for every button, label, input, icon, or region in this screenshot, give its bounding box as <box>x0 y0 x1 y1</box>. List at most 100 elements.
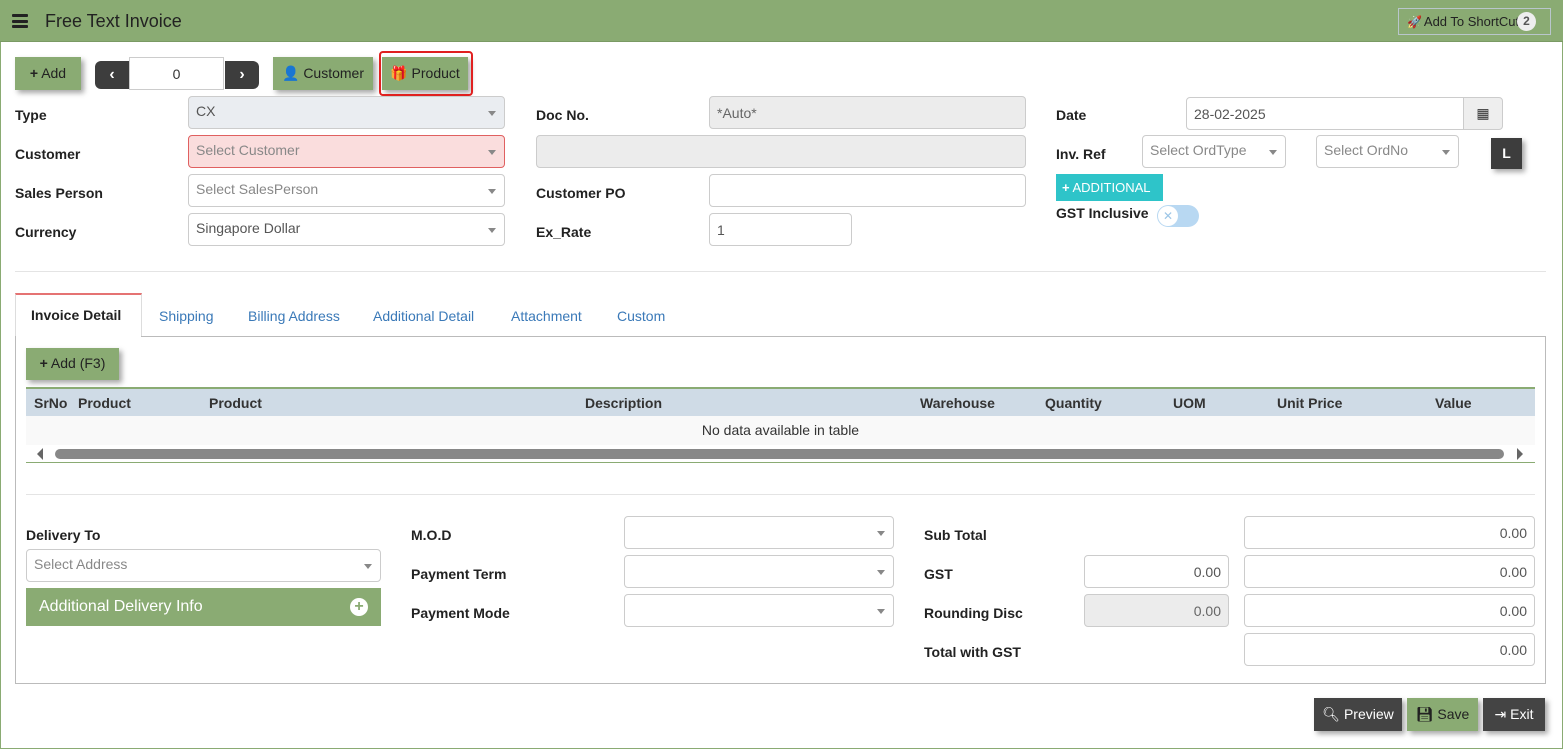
column-header-warehouse[interactable]: Warehouse <box>920 395 995 411</box>
additional-button[interactable]: + ADDITIONAL <box>1056 174 1163 201</box>
exit-button[interactable]: ⇥ Exit <box>1483 698 1545 731</box>
customer-name-input <box>536 135 1026 168</box>
empty-table-message: No data available in table <box>26 416 1535 445</box>
caret-down-icon <box>877 570 885 575</box>
chevron-left-icon: ‹ <box>109 66 115 83</box>
scroll-right-icon[interactable] <box>1517 448 1523 460</box>
address-placeholder: Select Address <box>34 556 128 572</box>
sign-out-icon: ⇥ <box>1494 706 1507 722</box>
inv-ref-label: Inv. Ref <box>1056 146 1106 162</box>
tab-billing-address[interactable]: Billing Address <box>248 308 340 324</box>
type-value: CX <box>196 103 216 119</box>
tab-invoice-detail[interactable]: Invoice Detail <box>15 293 142 337</box>
save-icon: 💾︎ <box>1415 706 1434 722</box>
currency-value: Singapore Dollar <box>196 220 301 236</box>
ord-type-select[interactable]: Select OrdType <box>1142 135 1286 168</box>
column-header-srno[interactable]: SrNo <box>34 395 67 411</box>
total-with-gst-input: 0.00 <box>1244 633 1535 666</box>
gst-rate-input[interactable]: 0.00 <box>1084 555 1229 588</box>
calendar-icon: ▦ <box>1476 105 1490 121</box>
divider <box>26 494 1535 495</box>
menu-icon[interactable] <box>12 14 28 28</box>
ord-no-placeholder: Select OrdNo <box>1324 142 1409 158</box>
payment-term-label: Payment Term <box>411 566 507 582</box>
date-input[interactable]: 28-02-2025 <box>1186 97 1464 130</box>
customer-po-input[interactable] <box>709 174 1026 207</box>
plus-icon: + <box>39 355 48 371</box>
tab-additional-detail[interactable]: Additional Detail <box>373 308 474 324</box>
column-header-unit-price[interactable]: Unit Price <box>1277 395 1342 411</box>
caret-down-icon <box>1442 150 1450 155</box>
mod-label: M.O.D <box>411 527 452 543</box>
add-to-shortcut-button[interactable]: 🚀 Add To ShortCut 2 <box>1398 8 1551 35</box>
record-number-input[interactable]: 0 <box>129 57 224 90</box>
column-header-product[interactable]: Product <box>209 395 262 411</box>
next-record-button[interactable]: › <box>225 61 259 89</box>
column-header-value[interactable]: Value <box>1435 395 1472 411</box>
additional-delivery-label: Additional Delivery Info <box>39 598 203 615</box>
plus-icon: + <box>1062 180 1070 195</box>
search-icon: 🔍︎ <box>1322 706 1341 722</box>
add-line-label: Add (F3) <box>50 355 106 371</box>
title-bar: Free Text Invoice 🚀 Add To ShortCut 2 <box>0 0 1563 42</box>
previous-record-button[interactable]: ‹ <box>95 61 129 89</box>
mod-select[interactable] <box>624 516 894 549</box>
ex-rate-label: Ex_Rate <box>536 224 592 240</box>
divider <box>15 271 1546 272</box>
caret-down-icon <box>488 150 496 155</box>
add-label: Add <box>41 65 67 81</box>
customer-button[interactable]: 👤 Customer <box>273 57 373 90</box>
sales-person-placeholder: Select SalesPerson <box>196 181 319 197</box>
currency-select[interactable]: Singapore Dollar <box>188 213 505 246</box>
tab-custom[interactable]: Custom <box>617 308 665 324</box>
payment-term-select[interactable] <box>624 555 894 588</box>
caret-down-icon <box>488 228 496 233</box>
payment-mode-select[interactable] <box>624 594 894 627</box>
scrollbar-thumb[interactable] <box>55 449 1504 459</box>
tab-attachment[interactable]: Attachment <box>511 308 582 324</box>
tab-shipping[interactable]: Shipping <box>159 308 214 324</box>
sales-person-select[interactable]: Select SalesPerson <box>188 174 505 207</box>
add-button[interactable]: + Add <box>15 57 81 90</box>
user-icon: 👤 <box>281 65 300 81</box>
column-header-description[interactable]: Description <box>585 395 662 411</box>
scroll-left-icon[interactable] <box>37 448 43 460</box>
ord-type-placeholder: Select OrdType <box>1150 142 1247 158</box>
plus-circle-icon[interactable]: + <box>350 598 368 616</box>
calendar-button[interactable]: ▦ <box>1463 97 1503 130</box>
column-header-quantity[interactable]: Quantity <box>1045 395 1102 411</box>
page-title: Free Text Invoice <box>45 11 182 31</box>
column-header-product-code[interactable]: Product <box>78 395 131 411</box>
gst-label: GST <box>924 566 953 582</box>
address-select[interactable]: Select Address <box>26 549 381 582</box>
customer-button-label: Customer <box>303 65 364 81</box>
shortcut-label: Add To ShortCut <box>1423 14 1520 29</box>
type-label: Type <box>15 107 47 123</box>
l-button[interactable]: L <box>1491 138 1522 169</box>
ord-no-select[interactable]: Select OrdNo <box>1316 135 1459 168</box>
additional-label: ADDITIONAL <box>1072 180 1151 195</box>
sub-total-input: 0.00 <box>1244 516 1535 549</box>
sub-total-label: Sub Total <box>924 527 987 543</box>
customer-select[interactable]: Select Customer <box>188 135 505 168</box>
preview-button[interactable]: 🔍︎ Preview <box>1314 698 1402 731</box>
caret-down-icon <box>877 531 885 536</box>
product-highlight <box>379 51 473 96</box>
gst-inclusive-toggle[interactable]: ✕ <box>1157 205 1199 227</box>
customer-placeholder: Select Customer <box>196 142 300 158</box>
ex-rate-input[interactable]: 1 <box>709 213 852 246</box>
add-line-button[interactable]: + Add (F3) <box>26 348 119 380</box>
type-select[interactable]: CX <box>188 96 505 129</box>
rounding-amount-input[interactable]: 0.00 <box>1244 594 1535 627</box>
column-header-uom[interactable]: UOM <box>1173 395 1206 411</box>
currency-label: Currency <box>15 224 77 240</box>
table-header: SrNo Product Product Description Warehou… <box>26 387 1535 417</box>
date-label: Date <box>1056 107 1087 123</box>
caret-down-icon <box>877 609 885 614</box>
additional-delivery-info-panel[interactable]: Additional Delivery Info + <box>26 588 381 626</box>
save-button[interactable]: 💾︎ Save <box>1407 698 1478 731</box>
payment-mode-label: Payment Mode <box>411 605 510 621</box>
caret-down-icon <box>488 189 496 194</box>
exit-label: Exit <box>1510 706 1534 722</box>
caret-down-icon <box>364 564 372 569</box>
